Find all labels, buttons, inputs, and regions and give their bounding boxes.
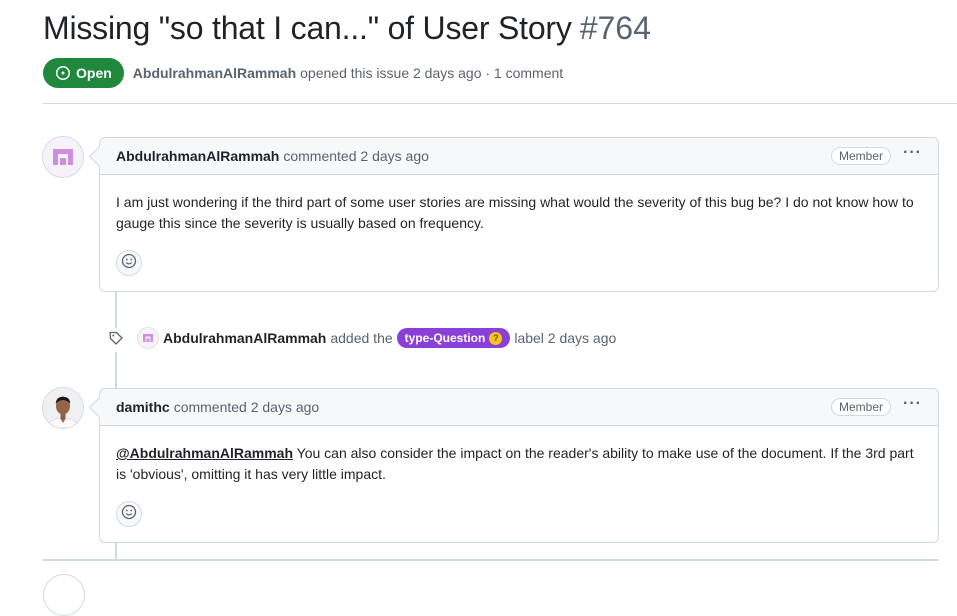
label-event: AbdulrahmanAlRammah added the type-Quest… bbox=[106, 328, 616, 348]
label-name: type-Question bbox=[404, 331, 486, 345]
event-actor-link[interactable]: AbdulrahmanAlRammah bbox=[163, 330, 326, 346]
comment-timestamp[interactable]: commented 2 days ago bbox=[174, 399, 320, 415]
state-badge: Open bbox=[43, 58, 124, 88]
event-action-suffix[interactable]: label 2 days ago bbox=[514, 330, 616, 346]
thinking-emoji-icon: ? bbox=[489, 331, 503, 345]
header-divider bbox=[43, 103, 957, 104]
timeline-line bbox=[115, 292, 117, 328]
comment-body: @AbdulrahmanAlRammah You can also consid… bbox=[100, 426, 938, 485]
role-badge: Member bbox=[831, 147, 892, 165]
issue-number: #764 bbox=[579, 10, 651, 46]
comment-timestamp[interactable]: commented 2 days ago bbox=[283, 148, 429, 164]
issue-author-link[interactable]: AbdulrahmanAlRammah bbox=[133, 65, 296, 81]
issue-title-row: Missing "so that I can..." of User Story… bbox=[43, 10, 651, 47]
smiley-icon bbox=[121, 253, 137, 274]
smiley-icon bbox=[121, 504, 137, 525]
event-action-text: added the bbox=[330, 330, 393, 346]
comment-header: damithc commented 2 days ago Member ··· bbox=[100, 389, 938, 426]
comment-author-link[interactable]: AbdulrahmanAlRammah bbox=[116, 148, 279, 164]
timeline-end-divider bbox=[43, 559, 939, 561]
tag-icon bbox=[106, 328, 126, 348]
user-mention-link[interactable]: @AbdulrahmanAlRammah bbox=[116, 445, 293, 461]
avatar[interactable] bbox=[43, 388, 83, 428]
comment-body: I am just wondering if the third part of… bbox=[116, 194, 914, 231]
issue-meta: Open AbdulrahmanAlRammah opened this iss… bbox=[43, 58, 563, 88]
issue-open-icon bbox=[55, 65, 71, 81]
avatar[interactable] bbox=[43, 137, 83, 177]
state-label: Open bbox=[76, 65, 112, 81]
add-reaction-button[interactable] bbox=[116, 250, 142, 276]
kebab-horizontal-icon[interactable]: ··· bbox=[903, 396, 922, 415]
label-type-question[interactable]: type-Question ? bbox=[396, 328, 511, 348]
issue-title: Missing "so that I can..." of User Story bbox=[43, 10, 572, 46]
comment-author-link[interactable]: damithc bbox=[116, 399, 170, 415]
kebab-horizontal-icon[interactable]: ··· bbox=[903, 145, 922, 164]
comment-card: damithc commented 2 days ago Member ··· … bbox=[99, 388, 939, 543]
role-badge: Member bbox=[831, 398, 892, 416]
issue-meta-text: opened this issue 2 days ago · 1 comment bbox=[300, 65, 564, 81]
timeline-line bbox=[115, 543, 117, 559]
avatar bbox=[43, 574, 85, 616]
comment-header: AbdulrahmanAlRammah commented 2 days ago… bbox=[100, 138, 938, 175]
timeline-line bbox=[115, 352, 117, 388]
comment-card: AbdulrahmanAlRammah commented 2 days ago… bbox=[99, 137, 939, 292]
avatar[interactable] bbox=[138, 328, 158, 348]
add-reaction-button[interactable] bbox=[116, 501, 142, 527]
